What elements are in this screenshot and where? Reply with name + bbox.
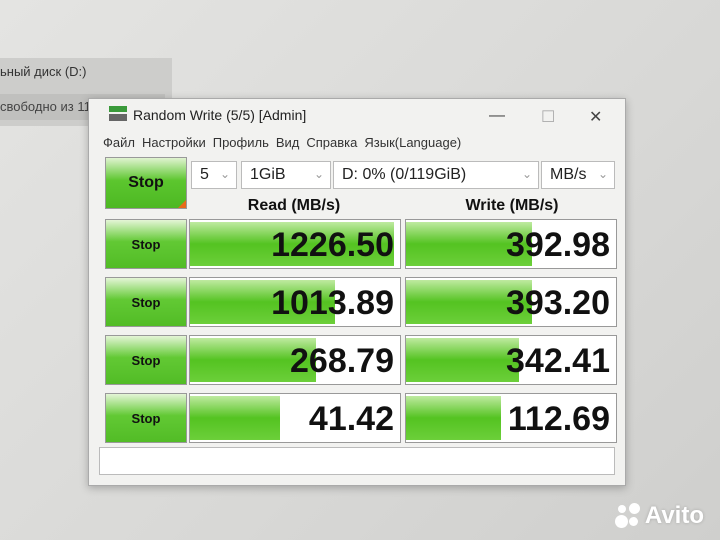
window-title: Random Write (5/5) [Admin] <box>133 107 307 123</box>
write-result: 393.20 <box>405 277 617 327</box>
drive-label: ьный диск (D:) <box>0 64 87 79</box>
read-header: Read (MB/s) <box>247 197 341 214</box>
crystaldiskmark-window: Random Write (5/5) [Admin] — ☐ ✕ Файл На… <box>88 98 626 486</box>
avito-watermark: Avito <box>614 502 704 530</box>
drive-select[interactable]: D: 0% (0/119GiB) ⌄ <box>333 161 539 189</box>
count-value: 5 <box>200 166 209 183</box>
write-value: 342.41 <box>506 342 610 380</box>
count-select[interactable]: 5 ⌄ <box>191 161 237 189</box>
write-value: 112.69 <box>507 400 610 438</box>
write-result: 342.41 <box>405 335 617 385</box>
read-result: 1013.89 <box>189 277 401 327</box>
close-button[interactable]: ✕ <box>589 107 602 127</box>
read-value: 41.42 <box>308 400 394 438</box>
row-stop-button[interactable]: Stop <box>105 335 187 385</box>
unit-value: MB/s <box>550 166 587 183</box>
menu-help[interactable]: Справка <box>306 135 357 150</box>
all-stop-button[interactable]: Stop <box>105 157 187 209</box>
app-icon <box>109 106 127 122</box>
write-result: 112.69 <box>405 393 617 443</box>
row-stop-button[interactable]: Stop <box>105 277 187 327</box>
write-bar <box>406 338 520 382</box>
write-value: 393.20 <box>506 284 610 322</box>
avito-text: Avito <box>644 502 704 529</box>
chevron-down-icon: ⌄ <box>521 167 532 181</box>
avito-logo-icon <box>614 503 641 529</box>
menu-bar: Файл Настройки Профиль Вид Справка Язык(… <box>103 135 461 150</box>
comment-field[interactable] <box>99 447 615 475</box>
write-result: 392.98 <box>405 219 617 269</box>
menu-view[interactable]: Вид <box>276 135 300 150</box>
chevron-down-icon: ⌄ <box>313 167 324 181</box>
menu-profile[interactable]: Профиль <box>213 135 269 150</box>
read-result: 1226.50 <box>189 219 401 269</box>
chevron-down-icon: ⌄ <box>219 167 230 181</box>
menu-file[interactable]: Файл <box>103 135 135 150</box>
size-select[interactable]: 1GiB ⌄ <box>241 161 331 189</box>
size-value: 1GiB <box>250 166 286 183</box>
read-value: 1013.89 <box>271 284 394 322</box>
menu-settings[interactable]: Настройки <box>142 135 206 150</box>
write-value: 392.98 <box>506 226 610 264</box>
unit-select[interactable]: MB/s ⌄ <box>541 161 615 189</box>
minimize-button[interactable]: — <box>489 107 505 125</box>
row-stop-button[interactable]: Stop <box>105 219 187 269</box>
row-stop-button[interactable]: Stop <box>105 393 187 443</box>
maximize-button[interactable]: ☐ <box>541 107 555 127</box>
read-result: 268.79 <box>189 335 401 385</box>
write-bar <box>406 396 501 440</box>
read-result: 41.42 <box>189 393 401 443</box>
read-bar <box>190 396 281 440</box>
chevron-down-icon: ⌄ <box>597 167 608 181</box>
drive-value: D: 0% (0/119GiB) <box>342 166 467 183</box>
read-value: 1226.50 <box>271 226 394 264</box>
menu-language[interactable]: Язык(Language) <box>364 135 461 150</box>
read-value: 268.79 <box>290 342 394 380</box>
write-header: Write (MB/s) <box>465 197 559 214</box>
